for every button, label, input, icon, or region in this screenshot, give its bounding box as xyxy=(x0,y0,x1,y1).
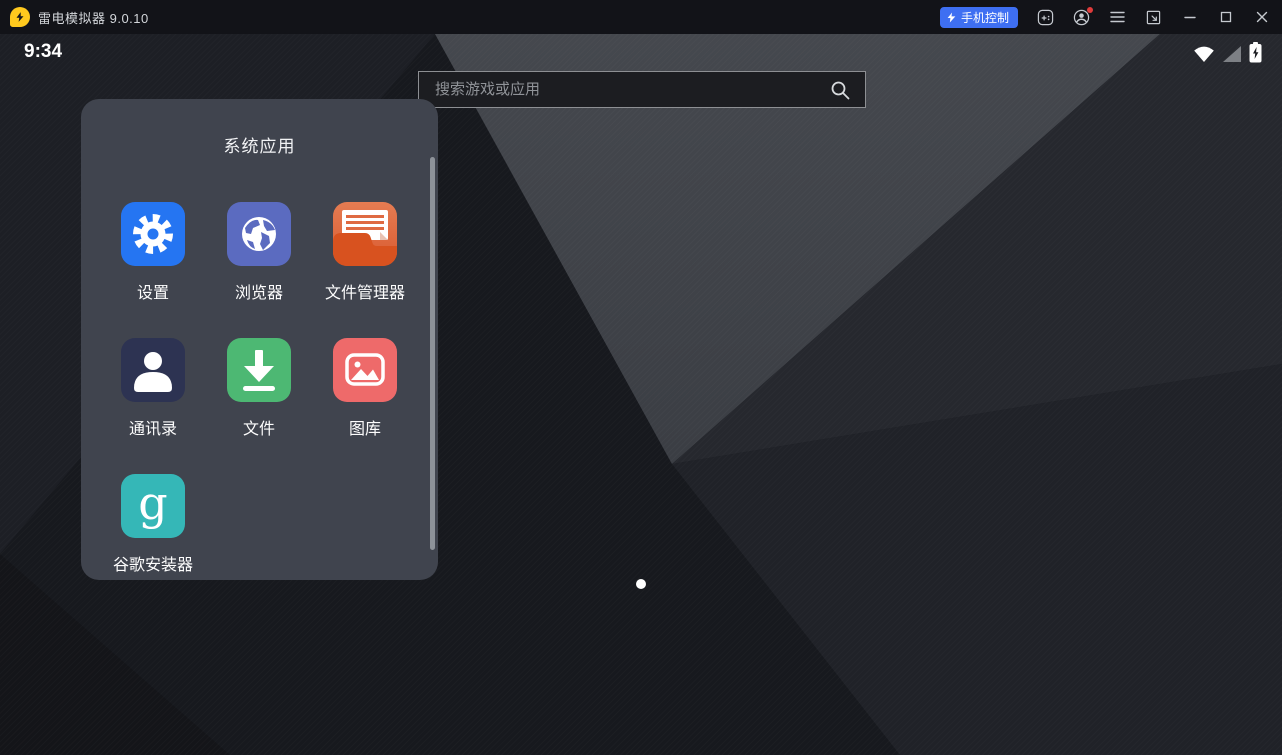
contacts-person-icon xyxy=(121,338,185,402)
folder-scrollbar[interactable] xyxy=(430,157,435,550)
folder-title: 系统应用 xyxy=(81,99,438,157)
status-icons xyxy=(1193,42,1262,63)
lightning-icon xyxy=(946,11,957,24)
wifi-icon xyxy=(1193,46,1215,63)
app-label: 文件管理器 xyxy=(325,279,405,303)
phone-control-button[interactable]: 手机控制 xyxy=(940,7,1018,28)
emulator-window: 雷电模拟器 9.0.10 手机控制 xyxy=(0,0,1282,755)
menu-icon[interactable] xyxy=(1109,9,1126,26)
browser-globe-icon xyxy=(227,202,291,266)
page-indicator-dot xyxy=(636,579,646,589)
cellular-signal-icon xyxy=(1222,46,1242,63)
app-google-installer[interactable]: g 谷歌安装器 xyxy=(100,474,206,575)
app-label: 文件 xyxy=(243,415,275,439)
settings-gear-icon xyxy=(121,202,185,266)
search-icon[interactable] xyxy=(829,79,851,101)
app-label: 谷歌安装器 xyxy=(113,551,193,575)
download-arrow-icon xyxy=(227,338,291,402)
search-bar xyxy=(418,71,866,108)
app-settings[interactable]: 设置 xyxy=(100,202,206,303)
resize-window-icon[interactable] xyxy=(1145,9,1162,26)
battery-charging-icon xyxy=(1249,42,1262,63)
app-files[interactable]: 文件 xyxy=(206,338,312,439)
app-label: 浏览器 xyxy=(235,279,283,303)
system-apps-folder: 系统应用 设置 xyxy=(81,99,438,580)
search-input[interactable] xyxy=(419,81,829,98)
ldplayer-logo-icon xyxy=(10,7,30,27)
close-button[interactable] xyxy=(1253,9,1270,26)
app-file-manager[interactable]: 文件管理器 xyxy=(312,202,418,303)
app-contacts[interactable]: 通讯录 xyxy=(100,338,206,439)
minimize-button[interactable] xyxy=(1181,9,1198,26)
google-installer-g-icon: g xyxy=(121,474,185,538)
phone-control-label: 手机控制 xyxy=(961,9,1009,26)
notification-badge xyxy=(1087,7,1093,13)
maximize-button[interactable] xyxy=(1217,9,1234,26)
app-label: 设置 xyxy=(137,279,169,303)
app-label: 通讯录 xyxy=(129,415,177,439)
android-home-screen: 9:34 系统应用 xyxy=(0,34,1282,755)
gallery-photo-icon xyxy=(333,338,397,402)
app-browser[interactable]: 浏览器 xyxy=(206,202,312,303)
status-clock: 9:34 xyxy=(24,41,62,63)
file-manager-icon xyxy=(333,202,397,266)
titlebar: 雷电模拟器 9.0.10 手机控制 xyxy=(0,0,1282,34)
app-label: 图库 xyxy=(349,415,381,439)
window-title: 雷电模拟器 9.0.10 xyxy=(38,8,149,27)
account-icon[interactable] xyxy=(1073,9,1090,26)
app-gallery[interactable]: 图库 xyxy=(312,338,418,439)
gamepad-icon[interactable] xyxy=(1037,9,1054,26)
g-letter: g xyxy=(138,480,167,526)
